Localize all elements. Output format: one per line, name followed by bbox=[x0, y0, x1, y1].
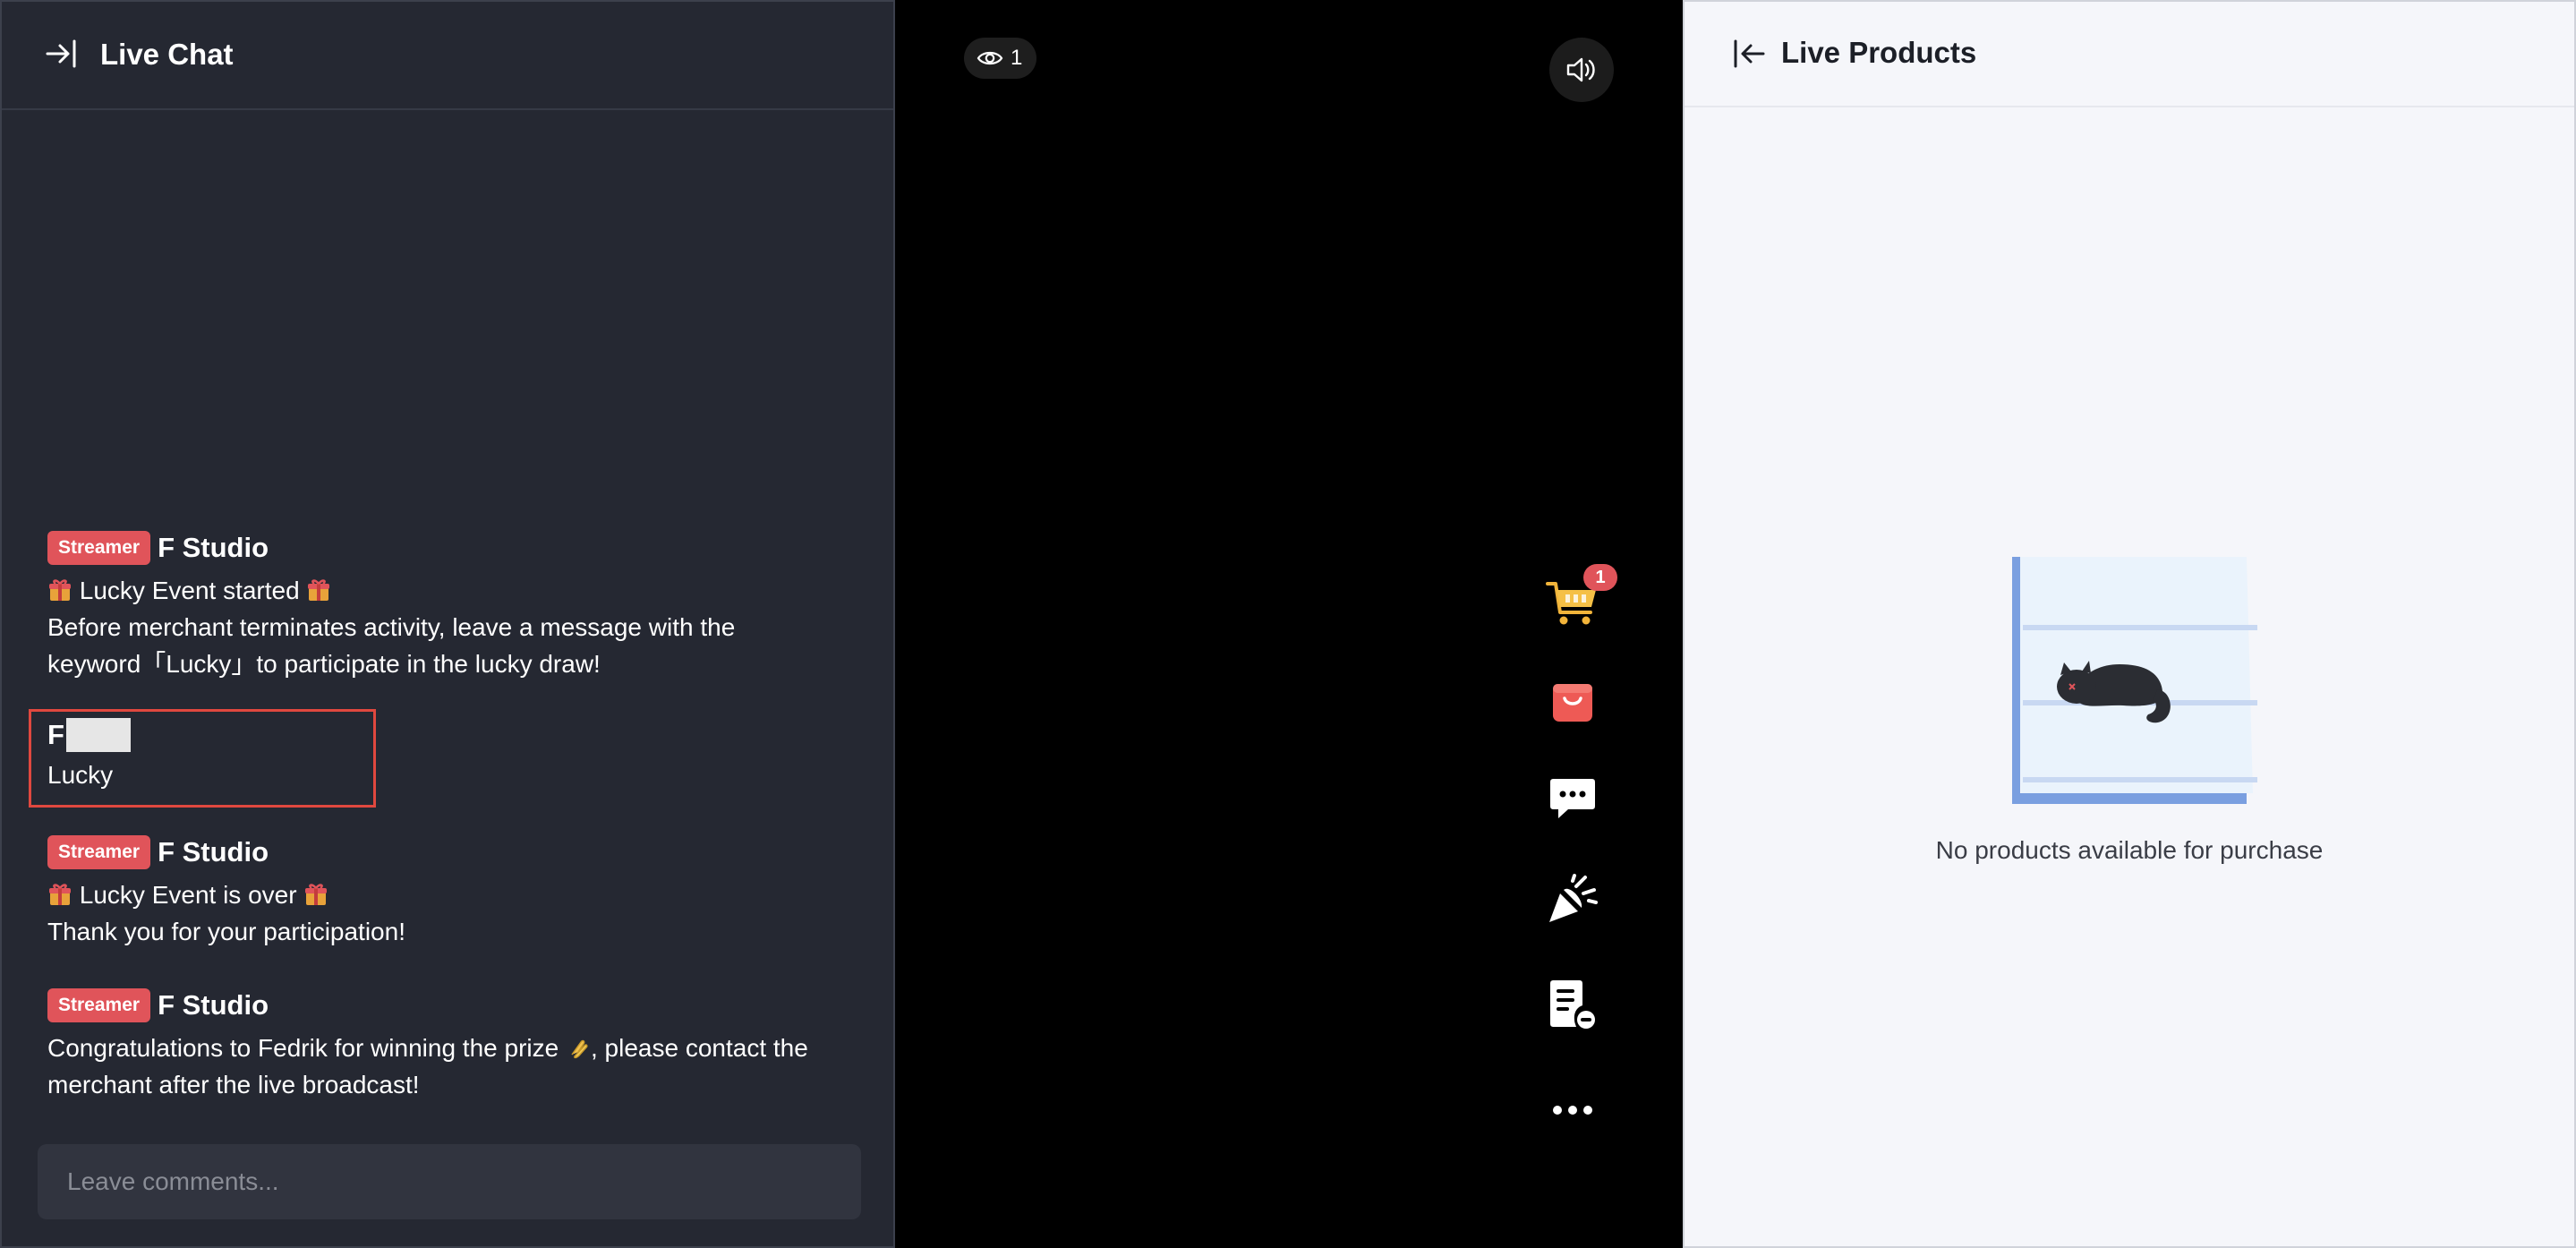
shop-bag-button[interactable] bbox=[1544, 673, 1601, 731]
live-products-panel: Live Products No products available for … bbox=[1683, 0, 2576, 1248]
gift-icon bbox=[49, 579, 71, 601]
gift-icon bbox=[308, 579, 330, 601]
chat-message: Streamer F Studio Congratulations to Fed… bbox=[47, 986, 853, 1103]
sender-name: F Studio bbox=[158, 532, 269, 563]
products-title: Live Products bbox=[1781, 36, 1977, 69]
clap-icon bbox=[571, 1039, 588, 1059]
chat-header: Live Chat bbox=[2, 2, 893, 110]
promotion-button[interactable] bbox=[1544, 870, 1601, 927]
volume-icon bbox=[1566, 57, 1595, 82]
live-chat-panel: Live Chat Streamer F Studio Lucky Event … bbox=[0, 0, 895, 1248]
eye-icon bbox=[977, 51, 1003, 65]
viewer-count-pill: 1 bbox=[964, 38, 1037, 79]
volume-button[interactable] bbox=[1549, 38, 1614, 102]
message-text: Lucky bbox=[47, 761, 114, 789]
message-line: Congratulations to Fedrik for winning th… bbox=[47, 1030, 853, 1066]
streamer-badge: Streamer bbox=[47, 835, 151, 869]
chat-message: Streamer F Studio Lucky Event started Be… bbox=[47, 528, 853, 682]
more-dots-icon bbox=[1553, 1106, 1592, 1115]
products-header: Live Products bbox=[1685, 2, 2574, 107]
message-text: Lucky Event is over bbox=[79, 881, 297, 909]
cart-button[interactable]: 1 bbox=[1544, 564, 1617, 630]
party-popper-icon bbox=[1549, 874, 1598, 922]
chat-title: Live Chat bbox=[100, 38, 234, 71]
collapse-right-icon[interactable] bbox=[43, 36, 79, 72]
message-text: keyword「Lucky」to participate in the luck… bbox=[47, 650, 601, 678]
video-area: 1 1 bbox=[895, 0, 1683, 1248]
message-text: Congratulations to Fedrik for winning th… bbox=[47, 1034, 559, 1062]
comment-input[interactable] bbox=[38, 1144, 861, 1219]
more-button[interactable] bbox=[1544, 1081, 1601, 1139]
sender-name: F Studio bbox=[158, 836, 269, 868]
viewer-count: 1 bbox=[1011, 46, 1023, 70]
message-text: Before merchant terminates activity, lea… bbox=[47, 613, 736, 641]
chat-message: Streamer F Studio Lucky Event is over Th… bbox=[47, 833, 853, 950]
gift-icon bbox=[305, 884, 328, 905]
message-text: , please contact the bbox=[590, 1034, 808, 1062]
empty-shelf-cat-illustration bbox=[2012, 557, 2257, 804]
sender-name: F Studio bbox=[158, 989, 269, 1021]
chat-button[interactable] bbox=[1544, 770, 1601, 827]
message-line: Lucky Event started bbox=[47, 572, 853, 609]
message-text: Lucky Event started bbox=[79, 577, 300, 604]
message-line: Lucky Event is over bbox=[47, 876, 853, 913]
empty-state-message: No products available for purchase bbox=[1935, 836, 2324, 864]
cart-count-badge: 1 bbox=[1583, 564, 1617, 591]
gift-icon bbox=[49, 884, 71, 905]
streamer-badge: Streamer bbox=[47, 988, 151, 1022]
message-text: merchant after the live broadcast! bbox=[47, 1071, 420, 1098]
document-minus-icon bbox=[1550, 980, 1595, 1029]
chat-bubble-icon bbox=[1550, 779, 1595, 818]
notes-button[interactable] bbox=[1544, 976, 1601, 1033]
shopping-bag-icon bbox=[1553, 684, 1592, 722]
chat-message: F Lucky bbox=[47, 715, 853, 793]
back-arrow-icon[interactable] bbox=[1731, 36, 1767, 72]
message-text: Thank you for your participation! bbox=[47, 918, 405, 945]
sender-name: F bbox=[47, 719, 64, 750]
streamer-badge: Streamer bbox=[47, 531, 151, 565]
redacted-name-block bbox=[65, 718, 131, 752]
